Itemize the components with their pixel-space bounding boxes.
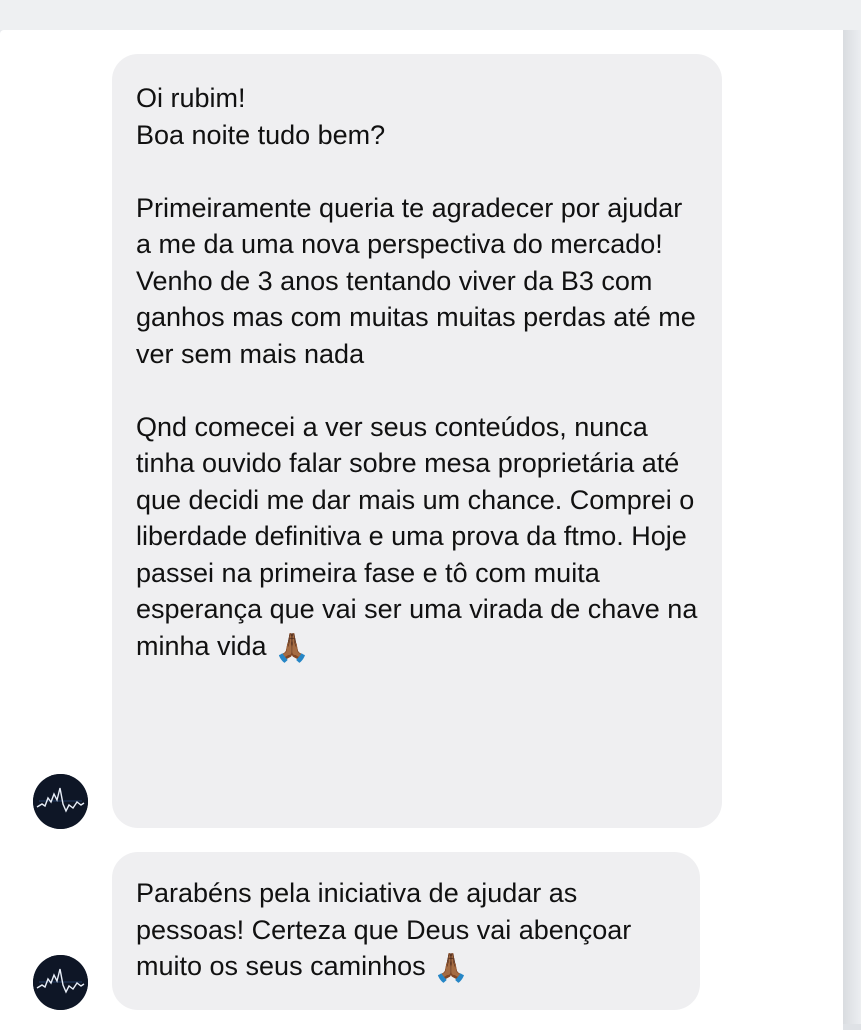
avatar[interactable] bbox=[33, 955, 88, 1010]
stock-chart-icon bbox=[33, 774, 88, 829]
stock-chart-icon bbox=[33, 955, 88, 1010]
screenshot-frame: Oi rubim! Boa noite tudo bem? Primeirame… bbox=[0, 0, 861, 1030]
message-text: Parabéns pela iniciativa de ajudar as pe… bbox=[136, 878, 632, 981]
praying-hands-emoji: 🙏🏾 bbox=[274, 631, 310, 663]
praying-hands-emoji: 🙏🏾 bbox=[433, 952, 469, 983]
avatar[interactable] bbox=[33, 774, 88, 829]
message-bubble[interactable]: Oi rubim! Boa noite tudo bem? Primeirame… bbox=[112, 54, 722, 828]
right-edge bbox=[843, 30, 861, 1024]
message-bubble[interactable]: Parabéns pela iniciativa de ajudar as pe… bbox=[112, 852, 700, 1010]
top-edge bbox=[0, 0, 861, 30]
message-text: Oi rubim! Boa noite tudo bem? Primeirame… bbox=[136, 83, 698, 661]
